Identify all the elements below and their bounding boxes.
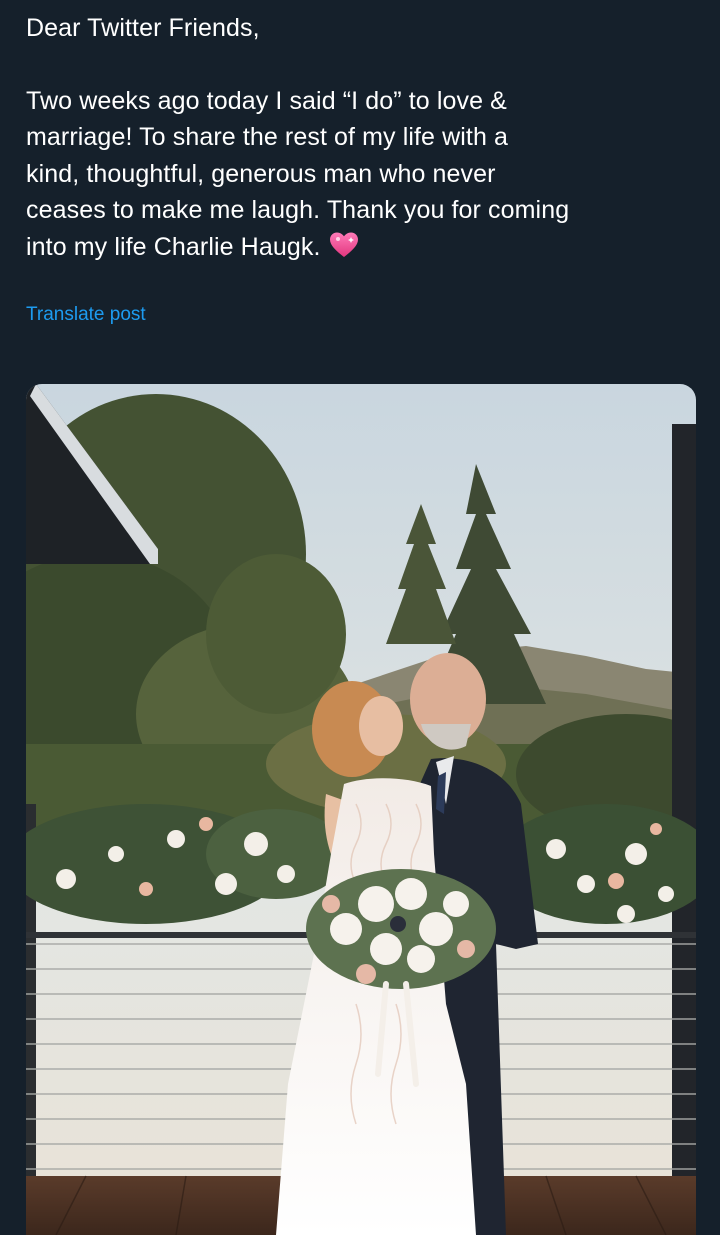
post-greeting: Dear Twitter Friends, xyxy=(26,14,260,42)
post-text: Dear Twitter Friends, Two weeks ago toda… xyxy=(26,10,706,269)
post-body-line: Two weeks ago today I said “I do” to lov… xyxy=(26,86,507,115)
post-body-line: kind, thoughtful, generous man who never xyxy=(26,159,496,188)
post-body-line: into my life Charlie Haugk. xyxy=(26,232,321,261)
wedding-photo-illustration xyxy=(26,384,696,1235)
sparkling-heart-icon xyxy=(329,231,359,270)
translate-post-link[interactable]: Translate post xyxy=(26,304,146,326)
wedding-photo[interactable] xyxy=(26,384,696,1235)
post-body-line-last: into my life Charlie Haugk. xyxy=(26,229,706,270)
post-body-line: ceases to make me laugh. Thank you for c… xyxy=(26,196,570,224)
post-body-line: marriage! To share the rest of my life w… xyxy=(26,123,509,151)
